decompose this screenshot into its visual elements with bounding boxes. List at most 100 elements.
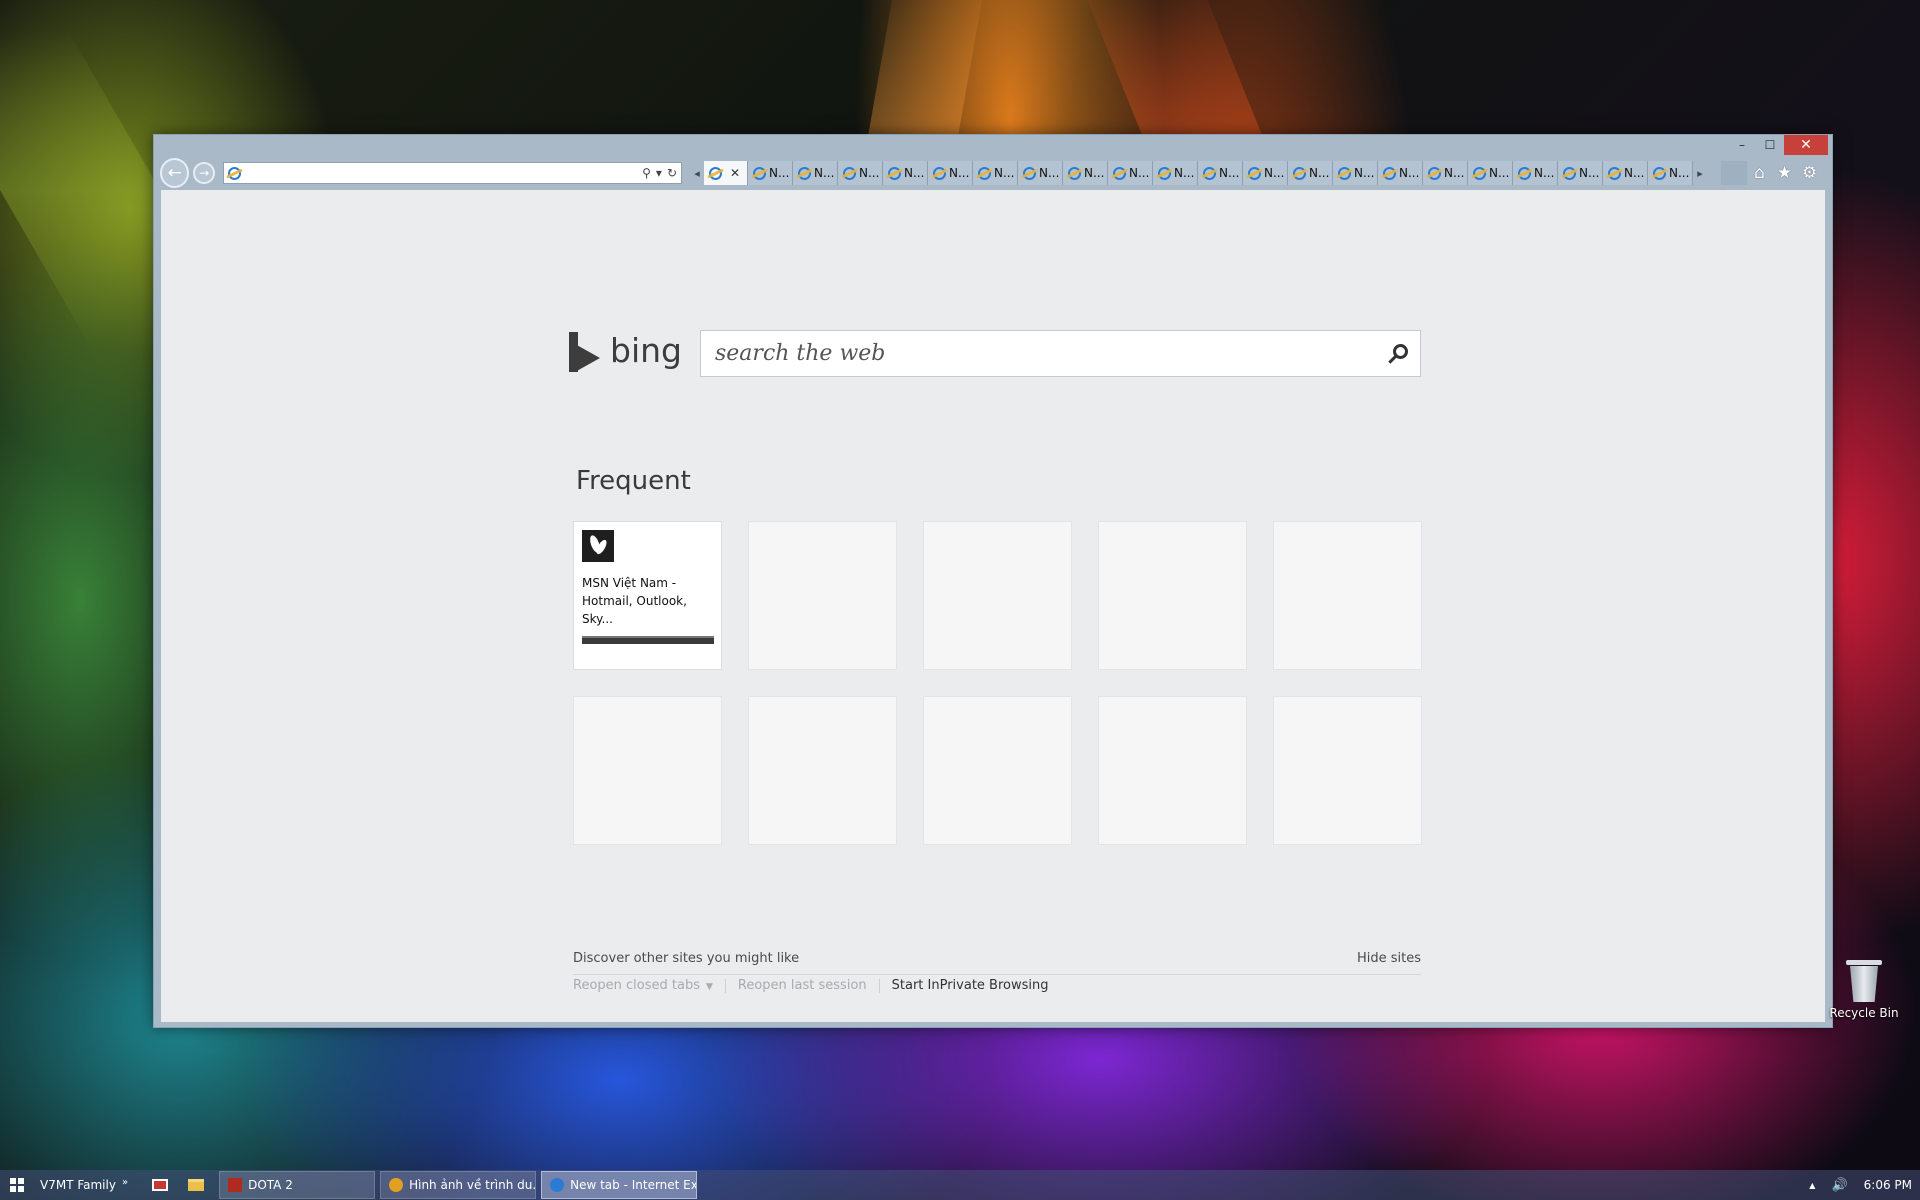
tab-label: N... — [769, 166, 790, 180]
tab-label: N... — [1534, 166, 1555, 180]
tab[interactable]: N... — [1063, 161, 1108, 185]
tab[interactable]: N... — [1198, 161, 1243, 185]
tab-label: N... — [1354, 166, 1375, 180]
discover-row: Discover other sites you might like Hide… — [573, 951, 1421, 975]
chevron-right-icon[interactable]: » — [122, 1177, 128, 1188]
address-bar[interactable]: ⚲ ▾ ↻ — [222, 162, 682, 184]
ie-icon — [227, 166, 241, 180]
browser-chrome: ← → ⚲ ▾ ↻ ◂ ✕ N... N... N... N... N... N... N..… — [160, 157, 1826, 189]
frequent-tile-empty[interactable] — [1273, 696, 1422, 845]
tab[interactable]: N... — [1018, 161, 1063, 185]
pinned-app-button[interactable] — [142, 1170, 178, 1200]
divider — [878, 978, 880, 993]
discover-sites-link[interactable]: Discover other sites you might like — [573, 951, 799, 966]
bing-logo[interactable]: bing — [569, 331, 682, 372]
frequent-tile-msn[interactable]: MSN Việt Nam - Hotmail, Outlook, Sky... — [573, 521, 722, 670]
ie-icon — [1653, 166, 1666, 180]
tab-active[interactable]: ✕ — [704, 161, 748, 185]
bing-search-box — [700, 330, 1421, 377]
tab-label: N... — [1309, 166, 1330, 180]
tab[interactable]: N... — [1108, 161, 1153, 185]
tab-scroll-left-button[interactable]: ◂ — [690, 161, 704, 185]
forward-arrow-icon: → — [199, 166, 210, 180]
minimize-button[interactable]: – — [1728, 135, 1756, 155]
taskbar-button[interactable]: New tab - Internet Ex... — [541, 1171, 698, 1199]
gear-icon[interactable]: ⚙ — [1797, 163, 1822, 183]
search-button[interactable] — [1376, 331, 1420, 376]
app-icon — [228, 1178, 243, 1192]
tab[interactable]: N... — [1513, 161, 1558, 185]
frequent-tile-empty[interactable] — [1273, 521, 1422, 670]
maximize-button[interactable]: ☐ — [1756, 135, 1784, 155]
tile-title: MSN Việt Nam - Hotmail, Outlook, Sky... — [582, 576, 687, 626]
taskbar: V7MT Family » DOTA 2 Hình ảnh về trình du… — [0, 1170, 1920, 1200]
tab[interactable]: N... — [1603, 161, 1648, 185]
recycle-bin[interactable]: Recycle Bin — [1829, 960, 1899, 1020]
recycle-bin-icon — [1846, 960, 1882, 1002]
tab-label: N... — [814, 166, 835, 180]
forward-button[interactable]: → — [193, 162, 215, 184]
tab[interactable]: N... — [1468, 161, 1513, 185]
ie-icon — [1383, 166, 1396, 180]
favorites-star-icon[interactable]: ★ — [1772, 163, 1797, 183]
tab[interactable]: N... — [838, 161, 883, 185]
ie-icon — [978, 166, 991, 180]
show-hidden-icons-icon[interactable]: ▲ — [1809, 1181, 1815, 1190]
chevron-down-icon: ▼ — [705, 982, 713, 992]
tab[interactable]: N... — [928, 161, 973, 185]
close-tab-icon[interactable]: ✕ — [730, 166, 740, 180]
clock[interactable]: 6:06 PM — [1864, 1178, 1912, 1192]
window-controls: – ☐ ✕ — [1728, 135, 1828, 157]
tab[interactable]: N... — [1648, 161, 1693, 185]
chevron-down-icon[interactable]: ▾ — [656, 166, 662, 180]
taskbar-toolbar[interactable]: V7MT Family » — [40, 1177, 128, 1193]
recycle-bin-label: Recycle Bin — [1829, 1006, 1899, 1020]
frequent-tile-empty[interactable] — [923, 521, 1072, 670]
ie-icon — [1563, 166, 1576, 180]
search-input[interactable] — [701, 341, 1376, 366]
frequent-tile-empty[interactable] — [923, 696, 1072, 845]
tab[interactable]: N... — [1243, 161, 1288, 185]
reopen-last-session-link[interactable]: Reopen last session — [738, 978, 867, 993]
taskbar-button-label: DOTA 2 — [248, 1178, 293, 1192]
tab-label: N... — [1489, 166, 1510, 180]
close-button[interactable]: ✕ — [1784, 135, 1828, 155]
frequent-tile-empty[interactable] — [748, 696, 897, 845]
search-icon[interactable]: ⚲ — [642, 166, 651, 180]
frequent-tile-empty[interactable] — [1098, 521, 1247, 670]
tab-scroll-right-button[interactable]: ▸ — [1693, 161, 1707, 185]
taskbar-button[interactable]: DOTA 2 — [219, 1171, 376, 1199]
tab[interactable]: N... — [1423, 161, 1468, 185]
tab[interactable]: N... — [793, 161, 838, 185]
ie-icon — [888, 166, 901, 180]
bing-b-icon — [569, 332, 600, 372]
taskbar-button[interactable]: Hình ảnh về trình du... — [380, 1171, 537, 1199]
home-icon[interactable]: ⌂ — [1747, 163, 1772, 183]
start-button[interactable] — [0, 1170, 34, 1200]
frequent-tile-empty[interactable] — [1098, 696, 1247, 845]
tab[interactable]: N... — [883, 161, 928, 185]
refresh-icon[interactable]: ↻ — [667, 166, 677, 180]
address-input[interactable] — [244, 164, 638, 182]
hide-sites-link[interactable]: Hide sites — [1357, 951, 1421, 966]
tab[interactable]: N... — [748, 161, 793, 185]
reopen-closed-tabs-link[interactable]: Reopen closed tabs ▼ — [573, 978, 713, 993]
toolbar-label: V7MT Family — [40, 1178, 116, 1192]
file-explorer-button[interactable] — [178, 1170, 214, 1200]
tab[interactable]: N... — [1558, 161, 1603, 185]
tab[interactable]: N... — [1333, 161, 1378, 185]
tab[interactable]: N... — [1288, 161, 1333, 185]
back-button[interactable]: ← — [160, 158, 190, 188]
tab[interactable]: N... — [1378, 161, 1423, 185]
frequent-tile-empty[interactable] — [748, 521, 897, 670]
bottom-links: Reopen closed tabs ▼ Reopen last session … — [573, 978, 1049, 993]
tab[interactable]: N... — [973, 161, 1018, 185]
frequent-tile-empty[interactable] — [573, 696, 722, 845]
tab-label: N... — [1399, 166, 1420, 180]
start-inprivate-link[interactable]: Start InPrivate Browsing — [892, 978, 1049, 993]
tab[interactable]: N... — [1153, 161, 1198, 185]
volume-icon[interactable]: 🔊 — [1831, 1178, 1847, 1193]
frequent-heading: Frequent — [576, 466, 691, 496]
new-tab-button[interactable] — [1721, 161, 1747, 185]
tab-label: N... — [1174, 166, 1195, 180]
